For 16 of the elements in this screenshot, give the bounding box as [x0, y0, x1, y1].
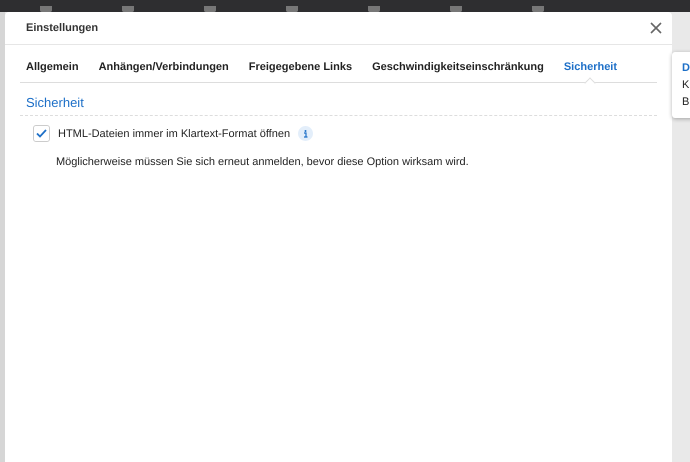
- info-icon[interactable]: [298, 126, 314, 141]
- checkmark-icon: [36, 129, 47, 138]
- tab[interactable]: Allgemein: [20, 58, 89, 82]
- popover-text: B: [682, 95, 690, 110]
- tab[interactable]: Sicherheit: [554, 58, 628, 82]
- popover-text: K: [682, 78, 690, 93]
- popover-title: D: [682, 61, 690, 76]
- checkbox[interactable]: [33, 125, 50, 142]
- dialog-title: Einstellungen: [26, 22, 98, 34]
- section-title: Sicherheit: [20, 93, 657, 116]
- close-icon[interactable]: [650, 22, 662, 34]
- tab[interactable]: Freigegebene Links: [238, 58, 362, 82]
- hint-text: Möglicherweise müssen Sie sich erneut anmelden, bevor diese Option wirksam wird.: [55, 155, 470, 168]
- tab[interactable]: Anhängen/Verbindungen: [88, 58, 239, 82]
- checkbox-label: HTML-Dateien immer im Klartext-Format öffnen: [58, 128, 290, 140]
- tab[interactable]: Geschwindigkeitseinschränkung: [362, 58, 554, 82]
